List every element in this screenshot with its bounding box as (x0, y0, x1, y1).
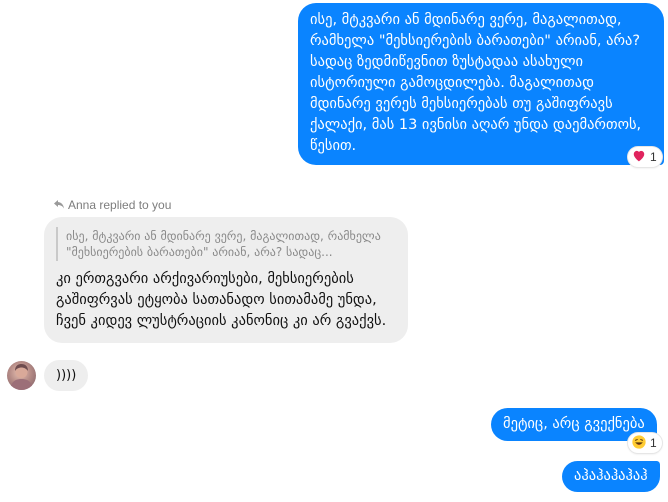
laughing-emoji-icon (632, 434, 646, 452)
quoted-message[interactable]: ისე, მტკვარი ან მდინარე ვერე, მაგალითად,… (56, 227, 396, 261)
quoted-text: ისე, მტკვარი ან მდინარე ვერე, მაგალითად,… (66, 229, 381, 259)
message-text: მეტიც, არც გვექნება (503, 416, 645, 432)
reply-arrow-icon (54, 198, 64, 212)
incoming-message[interactable]: )))) (44, 360, 89, 391)
reply-indicator: Anna replied to you (54, 198, 171, 212)
message-text: )))) (56, 368, 77, 383)
outgoing-message[interactable]: ისე, მტკვარი ან მდინარე ვერე, მაგალითად,… (298, 3, 664, 165)
chat-thread: ისე, მტკვარი ან მდინარე ვერე, მაგალითად,… (0, 0, 668, 502)
message-text: აჰაჰაჰაჰაჰ (574, 468, 648, 484)
message-text: ისე, მტკვარი ან მდინარე ვერე, მაგალითად,… (310, 12, 642, 154)
incoming-reply-message[interactable]: ისე, მტკვარი ან მდინარე ვერე, მაგალითად,… (44, 217, 408, 343)
heart-icon (632, 149, 646, 165)
message-text: კი ერთგვარი არქივარიუსები, მეხსიერების გ… (56, 271, 387, 329)
message-reaction[interactable]: 1 (628, 147, 662, 167)
message-reaction[interactable]: 1 (628, 433, 662, 453)
reaction-count: 1 (650, 150, 657, 164)
outgoing-message[interactable]: აჰაჰაჰაჰაჰ (562, 461, 660, 492)
avatar[interactable] (7, 361, 36, 390)
reaction-count: 1 (650, 436, 657, 450)
replied-label: Anna replied to you (68, 198, 172, 212)
